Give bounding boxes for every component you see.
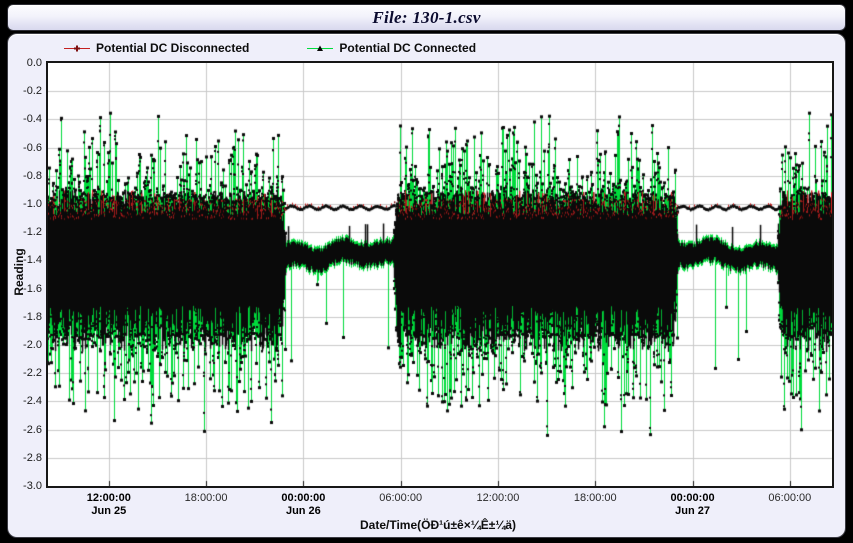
x-tick-label: 18:00:00 — [574, 492, 617, 505]
x-tick-label: 06:00:00 — [768, 492, 811, 505]
x-tick-label: 00:00:00Jun 27 — [671, 492, 715, 518]
x-tick-label: 12:00:00Jun 25 — [87, 492, 131, 518]
y-tick-label: -1.6 — [8, 283, 42, 295]
y-tick-label: -0.2 — [8, 85, 42, 97]
y-tick-label: -0.4 — [8, 113, 42, 125]
x-tick-label: 18:00:00 — [185, 492, 228, 505]
legend-item-disconnected: Potential DC Disconnected — [64, 41, 249, 55]
legend-line-red-icon — [64, 44, 90, 53]
y-tick-label: 0.0 — [8, 57, 42, 69]
legend-label-disconnected: Potential DC Disconnected — [96, 41, 249, 55]
x-tick-label: 00:00:00Jun 26 — [281, 492, 325, 518]
y-tick-label: -2.8 — [8, 452, 42, 464]
title-bar: File: 130-1.csv — [7, 4, 846, 31]
y-tick-label: -3.0 — [8, 480, 42, 492]
y-tick-label: -1.2 — [8, 226, 42, 238]
y-tick-label: -2.6 — [8, 424, 42, 436]
legend-line-green-icon — [307, 44, 333, 53]
legend-item-connected: Potential DC Connected — [307, 41, 476, 55]
y-tick-label: -1.8 — [8, 311, 42, 323]
y-tick-label: -2.2 — [8, 367, 42, 379]
y-tick-label: -0.6 — [8, 142, 42, 154]
y-tick-label: -2.4 — [8, 395, 42, 407]
chart-legend: Potential DC Disconnected Potential DC C… — [64, 41, 476, 55]
legend-label-connected: Potential DC Connected — [339, 41, 476, 55]
x-tick-label: 12:00:00 — [477, 492, 520, 505]
x-axis-title: Date/Time(ÖÐ¹ú±ê×¼Ê±¼ä) — [360, 518, 516, 532]
plot-area — [46, 61, 834, 488]
y-tick-label: -2.0 — [8, 339, 42, 351]
x-tick-label: 06:00:00 — [379, 492, 422, 505]
chart-panel: Potential DC Disconnected Potential DC C… — [7, 33, 846, 538]
window-title: File: 130-1.csv — [372, 8, 480, 28]
y-tick-label: -1.0 — [8, 198, 42, 210]
app-window: { "window": { "title": "File: 130-1.csv"… — [0, 0, 853, 543]
chart-canvas — [48, 63, 832, 486]
y-tick-label: -1.4 — [8, 254, 42, 266]
y-tick-label: -0.8 — [8, 170, 42, 182]
